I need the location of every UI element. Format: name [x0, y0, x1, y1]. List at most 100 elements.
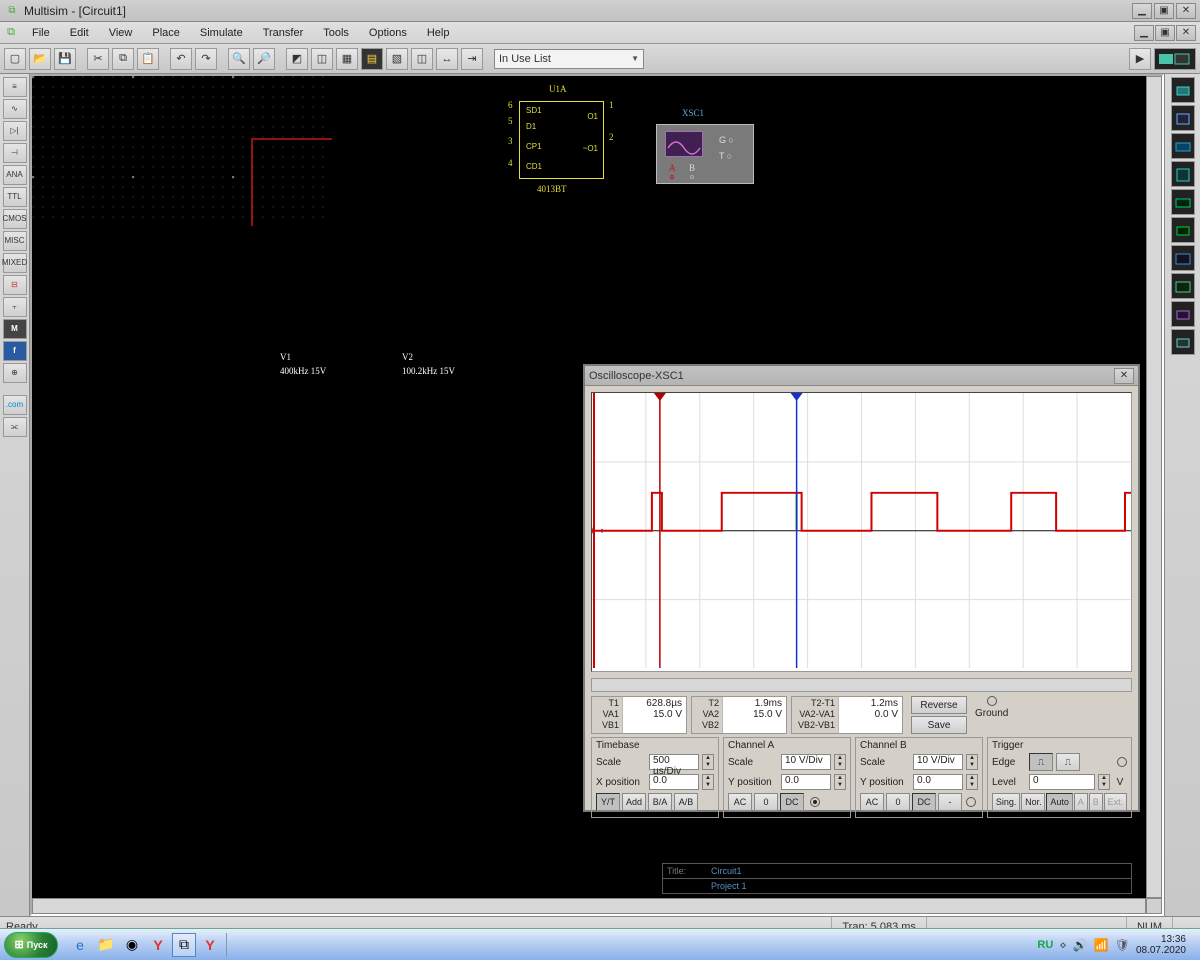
cha-scale[interactable]: 10 V/Div [781, 754, 831, 770]
menu-simulate[interactable]: Simulate [190, 25, 253, 41]
lt-misc[interactable]: MISC [3, 231, 27, 251]
chb-dc[interactable]: DC [912, 793, 936, 811]
reverse-button[interactable]: Reverse [911, 696, 967, 714]
hscrollbar[interactable] [32, 898, 1146, 914]
zoomout-button[interactable]: 🔎 [253, 48, 275, 70]
lt-ind[interactable]: ⊟ [3, 275, 27, 295]
save-button[interactable]: 💾 [54, 48, 76, 70]
cha-0[interactable]: 0 [754, 793, 778, 811]
trig-nor[interactable]: Nor. [1021, 793, 1045, 811]
tb-yt[interactable]: Y/T [596, 793, 620, 811]
clock[interactable]: 13:36 08.07.2020 [1136, 934, 1190, 956]
rt-6[interactable] [1171, 217, 1195, 243]
yandex1-icon[interactable]: Y [146, 933, 170, 957]
undo-button[interactable]: ↶ [170, 48, 192, 70]
close-button[interactable]: ✕ [1176, 3, 1196, 19]
trig-level-spin[interactable]: ▲▼ [1098, 774, 1110, 790]
restore-button[interactable]: ▣ [1154, 3, 1174, 19]
osc-plot[interactable] [591, 392, 1132, 672]
yandex2-icon[interactable]: Y [198, 933, 222, 957]
tb-scale-spin[interactable]: ▲▼ [702, 754, 714, 770]
menu-tools[interactable]: Tools [313, 25, 359, 41]
trig-radio[interactable] [1117, 757, 1127, 767]
ground-radio[interactable] [987, 696, 997, 706]
tb-xpos[interactable]: 0.0 [649, 774, 699, 790]
tb-7[interactable]: ↔ [436, 48, 458, 70]
chb-0[interactable]: 0 [886, 793, 910, 811]
lt-mixed[interactable]: MIXED [3, 253, 27, 273]
instrument-xsc1[interactable]: A B G ○ T ○ [656, 124, 754, 184]
tb-1[interactable]: ◩ [286, 48, 308, 70]
lt-ana[interactable]: ANA [3, 165, 27, 185]
rt-2[interactable] [1171, 105, 1195, 131]
rt-1[interactable] [1171, 77, 1195, 103]
lt-wave[interactable]: ∿ [3, 99, 27, 119]
sys-icon[interactable]: ⧉ [2, 25, 20, 41]
chb-ac[interactable]: AC [860, 793, 884, 811]
chb-ypos[interactable]: 0.0 [913, 774, 963, 790]
edge-fall[interactable]: ⎍ [1056, 753, 1080, 771]
rt-5[interactable] [1171, 189, 1195, 215]
lt-net[interactable]: ⊕ [3, 363, 27, 383]
child-restore-button[interactable]: ▣ [1155, 25, 1175, 41]
chb-ypos-spin[interactable]: ▲▼ [966, 774, 978, 790]
lang-indicator[interactable]: RU [1037, 939, 1053, 951]
menu-place[interactable]: Place [142, 25, 190, 41]
menu-view[interactable]: View [99, 25, 143, 41]
redo-button[interactable]: ↷ [195, 48, 217, 70]
trig-level[interactable]: 0 [1029, 774, 1095, 790]
cha-ypos[interactable]: 0.0 [781, 774, 831, 790]
tray-expand-icon[interactable]: ⋄ [1059, 938, 1067, 952]
trig-sing[interactable]: Sing. [992, 793, 1020, 811]
osc-close-button[interactable]: ✕ [1114, 368, 1134, 384]
tb-5[interactable]: ▧ [386, 48, 408, 70]
menu-options[interactable]: Options [359, 25, 417, 41]
menu-edit[interactable]: Edit [60, 25, 99, 41]
new-button[interactable]: ▢ [4, 48, 26, 70]
chb-scale-spin[interactable]: ▲▼ [966, 754, 978, 770]
chip-u1a[interactable]: SD1 D1 CP1 CD1 O1 ~O1 [519, 101, 604, 179]
trig-a[interactable]: A [1074, 793, 1088, 811]
menu-transfer[interactable]: Transfer [253, 25, 314, 41]
osc-hscroll[interactable] [591, 678, 1132, 692]
chb-radio[interactable] [966, 797, 976, 807]
copy-button[interactable]: ⧉ [112, 48, 134, 70]
tb-8[interactable]: ⇥ [461, 48, 483, 70]
inuse-combo[interactable]: In Use List ▼ [494, 49, 644, 69]
ie-icon[interactable]: e [68, 933, 92, 957]
multisim-task-icon[interactable]: ⧉ [172, 933, 196, 957]
tb-4[interactable]: ▤ [361, 48, 383, 70]
network-icon[interactable]: 📶 [1094, 938, 1109, 952]
tb-ab[interactable]: A/B [674, 793, 698, 811]
tb-add[interactable]: Add [622, 793, 646, 811]
lt-link[interactable]: ⫘ [3, 417, 27, 437]
cut-button[interactable]: ✂ [87, 48, 109, 70]
sim-run-button[interactable]: ▶ [1129, 48, 1151, 70]
cha-ac[interactable]: AC [728, 793, 752, 811]
trig-ext[interactable]: Ext. [1104, 793, 1127, 811]
tb-6[interactable]: ◫ [411, 48, 433, 70]
edge-rise[interactable]: ⎍ [1029, 753, 1053, 771]
trig-auto[interactable]: Auto [1046, 793, 1072, 811]
rt-3[interactable] [1171, 133, 1195, 159]
lt-f[interactable]: f [3, 341, 27, 361]
cha-dc[interactable]: DC [780, 793, 804, 811]
shield-icon[interactable]: 🛡 [1115, 938, 1130, 952]
paste-button[interactable]: 📋 [137, 48, 159, 70]
open-button[interactable]: 📂 [29, 48, 51, 70]
chb-scale[interactable]: 10 V/Div [913, 754, 963, 770]
sim-toggle-button[interactable] [1154, 48, 1196, 70]
save-button-osc[interactable]: Save [911, 716, 967, 734]
start-button[interactable]: ⊞ Пуск [4, 932, 58, 958]
vscrollbar[interactable] [1146, 76, 1162, 898]
child-close-button[interactable]: ✕ [1176, 25, 1196, 41]
trig-b[interactable]: B [1089, 793, 1103, 811]
tb-3[interactable]: ▦ [336, 48, 358, 70]
lt-m[interactable]: M [3, 319, 27, 339]
osc-titlebar[interactable]: Oscilloscope-XSC1 ✕ [585, 366, 1138, 386]
child-minimize-button[interactable]: ▁ [1134, 25, 1154, 41]
minimize-button[interactable]: ▁ [1132, 3, 1152, 19]
rt-10[interactable] [1171, 329, 1195, 355]
chb-minus[interactable]: - [938, 793, 962, 811]
lt-cmos[interactable]: CMOS [3, 209, 27, 229]
